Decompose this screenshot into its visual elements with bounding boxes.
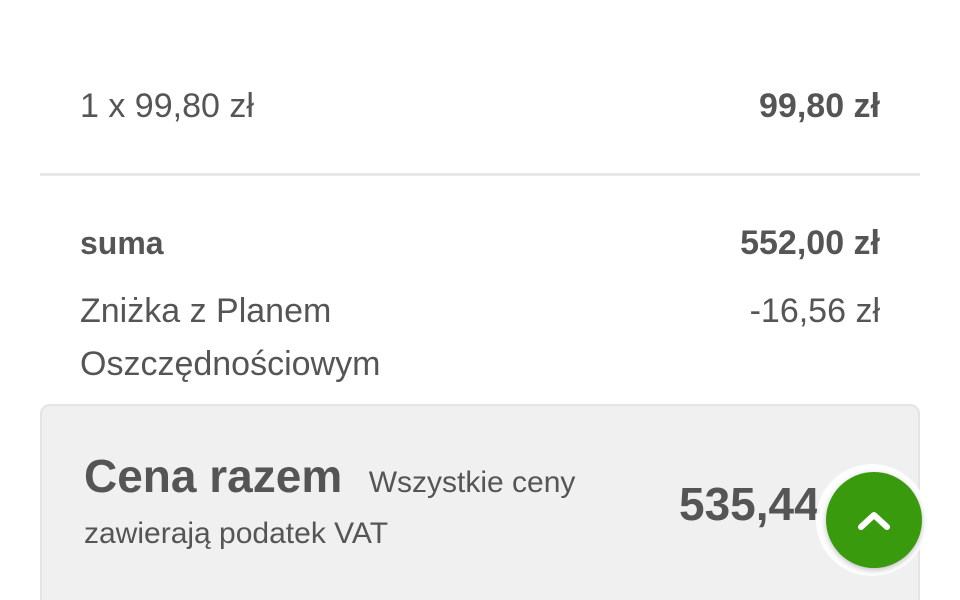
total-value: 535,44 xyxy=(679,478,820,530)
discount-label: Zniżka z Planem Oszczędnościowym xyxy=(80,285,460,391)
order-summary-page: 1 x 99,80 zł 99,80 zł suma 552,00 zł Zni… xyxy=(0,0,960,600)
chevron-up-icon xyxy=(858,512,890,530)
discount-row: Zniżka z Planem Oszczędnościowym -16,56 … xyxy=(80,285,880,391)
item-line-total: 99,80 zł xyxy=(759,87,880,125)
total-title-line: Cena razem Wszystkie ceny xyxy=(84,450,644,514)
vat-note-part2: zawierają podatek VAT xyxy=(84,517,389,550)
divider xyxy=(40,173,920,176)
scroll-to-top-button[interactable] xyxy=(826,472,922,568)
item-quantity-price: 1 x 99,80 zł xyxy=(80,87,254,125)
item-line-row: 1 x 99,80 zł 99,80 zł xyxy=(80,84,880,128)
discount-value: -16,56 zł xyxy=(749,292,880,330)
sum-value: 552,00 zł xyxy=(740,224,880,262)
total-price-box: Cena razem Wszystkie ceny zawierają poda… xyxy=(40,404,920,600)
discount-label-line1: Zniżka z Planem xyxy=(80,292,332,330)
total-title: Cena razem xyxy=(84,450,343,502)
sum-label: suma xyxy=(80,225,164,261)
discount-label-line2: Oszczędnościowym xyxy=(80,345,381,383)
vat-note-part1: Wszystkie ceny xyxy=(368,466,576,499)
sum-row: suma 552,00 zł xyxy=(80,222,880,264)
